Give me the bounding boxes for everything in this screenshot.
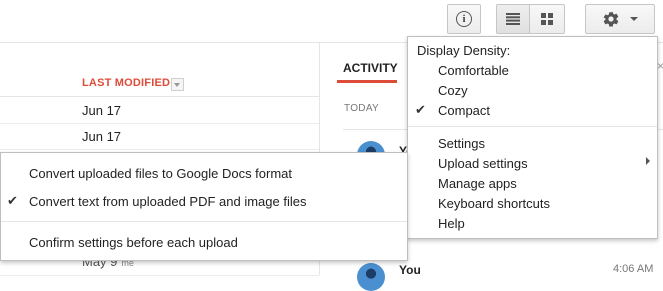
option-confirm-before-upload[interactable]: Confirm settings before each upload — [29, 235, 238, 250]
upload-settings-submenu: Convert uploaded files to Google Docs fo… — [0, 152, 408, 261]
info-button[interactable]: i — [447, 4, 481, 34]
last-modified-cell: Jun 17 — [82, 129, 122, 144]
active-tab-indicator — [337, 80, 397, 83]
avatar — [357, 263, 385, 291]
activity-timestamp: 4:06 AM — [613, 263, 654, 275]
grid-view-icon — [541, 13, 553, 25]
gear-icon — [603, 11, 619, 27]
menu-separator — [408, 126, 657, 127]
settings-menu: Display Density: Comfortable Cozy ✔ Comp… — [407, 36, 658, 239]
table-row[interactable]: Jun 17 — [0, 123, 319, 150]
info-icon: i — [456, 11, 472, 27]
menu-item-settings[interactable]: Settings — [438, 136, 485, 151]
display-density-heading: Display Density: — [417, 43, 511, 58]
sort-dropdown-icon[interactable] — [171, 78, 184, 91]
checkmark-icon: ✔ — [7, 193, 18, 208]
menu-separator — [1, 221, 407, 222]
tab-activity[interactable]: ACTIVITY — [343, 61, 398, 75]
density-compact[interactable]: Compact — [438, 103, 490, 118]
menu-item-help[interactable]: Help — [438, 216, 465, 231]
list-view-button[interactable] — [496, 4, 530, 34]
file-list-header: LAST MODIFIED — [0, 72, 319, 97]
activity-item[interactable]: You 4:06 AM — [343, 257, 663, 291]
settings-button[interactable] — [585, 4, 655, 34]
column-last-modified[interactable]: LAST MODIFIED — [82, 77, 170, 89]
menu-item-manage-apps[interactable]: Manage apps — [438, 176, 517, 191]
menu-item-keyboard-shortcuts[interactable]: Keyboard shortcuts — [438, 196, 550, 211]
list-view-icon — [506, 13, 520, 25]
option-convert-pdf-text[interactable]: Convert text from uploaded PDF and image… — [29, 194, 306, 209]
menu-item-upload-settings[interactable]: Upload settings — [438, 156, 528, 171]
density-cozy[interactable]: Cozy — [438, 83, 468, 98]
checkmark-icon: ✔ — [415, 102, 426, 117]
density-comfortable[interactable]: Comfortable — [438, 63, 509, 78]
table-row[interactable]: Jun 17 — [0, 97, 319, 124]
activity-section-label: TODAY — [344, 103, 380, 114]
submenu-arrow-icon — [646, 157, 650, 165]
last-modified-cell: Jun 17 — [82, 103, 122, 118]
option-convert-to-docs[interactable]: Convert uploaded files to Google Docs fo… — [29, 166, 292, 181]
caret-down-icon — [630, 17, 638, 21]
grid-view-button[interactable] — [529, 4, 565, 34]
